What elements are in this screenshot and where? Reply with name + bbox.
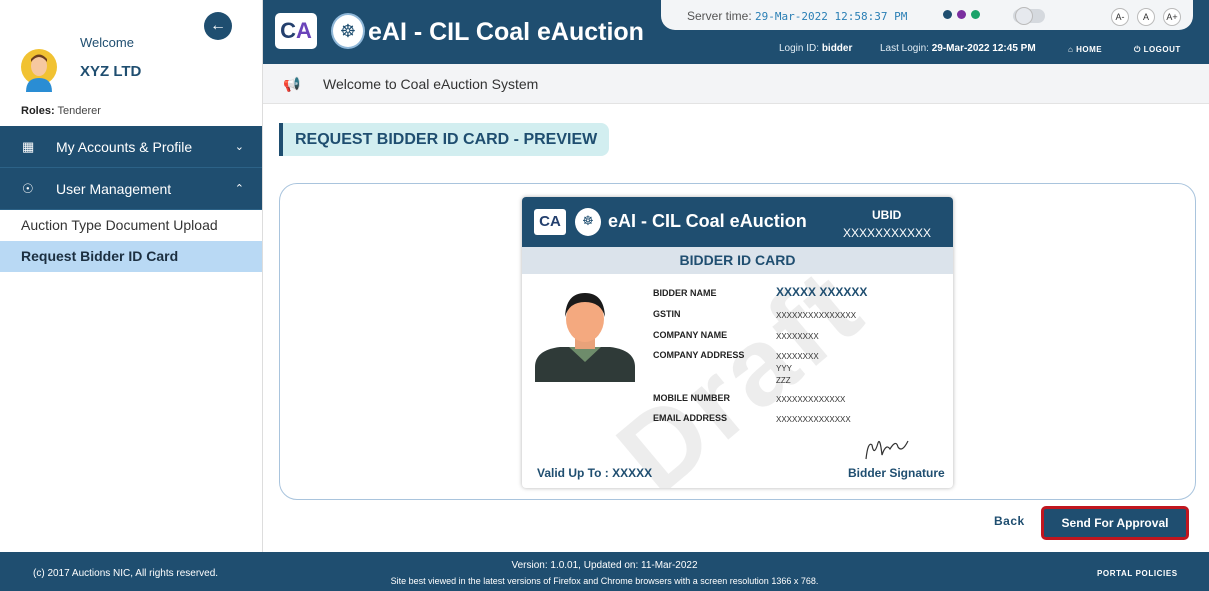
- power-icon: ⏻: [1134, 45, 1141, 54]
- send-for-approval-button[interactable]: Send For Approval: [1041, 506, 1189, 540]
- server-time-value: 29-Mar-2022 12:58:37 PM: [755, 10, 908, 23]
- theme-blue-dot[interactable]: [943, 10, 952, 19]
- version-text: Version: 1.0.01, Updated on: 11-Mar-2022: [511, 560, 698, 571]
- ca-logo: CA: [534, 209, 566, 235]
- email-label: EMAIL ADDRESS: [653, 413, 728, 423]
- signature-image: [865, 440, 909, 460]
- welcome-text: Welcome: [80, 35, 134, 50]
- last-login-label: Last Login:: [880, 43, 929, 54]
- home-icon: ⌂: [1068, 45, 1074, 54]
- cil-emblem-icon: ☸: [331, 13, 365, 49]
- sidebar-item-auction-type-document-upload[interactable]: Auction Type Document Upload: [0, 210, 262, 241]
- notice-bar: 📢 Welcome to Coal eAuction System: [263, 64, 1209, 104]
- avatar: [21, 49, 57, 92]
- menu-my-accounts[interactable]: ▦ My Accounts & Profile ⌄: [0, 126, 262, 168]
- company-name-label: COMPANY NAME: [653, 330, 728, 340]
- top-header: CA ☸ eAI - CIL Coal eAuction Server time…: [263, 0, 1209, 64]
- app-title: eAI - CIL Coal eAuction: [368, 18, 644, 46]
- id-card-header: CA ☸ eAI - CIL Coal eAuction UBID XXXXXX…: [522, 197, 953, 247]
- roles-text: Roles: Tenderer: [21, 105, 101, 117]
- company-name-value: XXXXXXXX: [776, 332, 819, 341]
- sidebar-item-request-bidder-id-card[interactable]: Request Bidder ID Card: [0, 241, 262, 272]
- user-panel: ← Welcome XYZ LTD Roles: Tenderer: [0, 0, 262, 126]
- company-address-line1: XXXXXXXX: [776, 352, 819, 361]
- bidder-name-label: BIDDER NAME: [653, 288, 717, 298]
- home-label: HOME: [1076, 45, 1103, 54]
- collapse-sidebar-button[interactable]: ←: [204, 12, 232, 40]
- server-panel: Server time: 29-Mar-2022 12:58:37 PM A- …: [661, 0, 1193, 30]
- last-login: Last Login: 29-Mar-2022 12:45 PM: [880, 43, 1036, 54]
- logout-link[interactable]: ⏻ LOGOUT: [1134, 45, 1181, 55]
- notice-text: Welcome to Coal eAuction System: [323, 76, 539, 92]
- draft-watermark: Draft: [594, 244, 886, 488]
- email-value: XXXXXXXXXXXXXX: [776, 415, 851, 424]
- cil-emblem-icon: ☸: [575, 208, 601, 236]
- roles-value: Tenderer: [57, 105, 101, 117]
- chevron-up-icon: ⌃: [234, 183, 244, 195]
- browser-note: Site best viewed in the latest versions …: [390, 576, 819, 586]
- font-increase-button[interactable]: A+: [1163, 8, 1181, 26]
- menu-label: My Accounts & Profile: [56, 138, 193, 155]
- theme-selector: [943, 10, 980, 19]
- id-card-subtitle: BIDDER ID CARD: [522, 247, 953, 274]
- page-title: REQUEST BIDDER ID CARD - PREVIEW: [279, 123, 610, 156]
- home-link[interactable]: ⌂ HOME: [1068, 45, 1102, 54]
- back-button[interactable]: Back: [994, 514, 1025, 528]
- valid-up-to: Valid Up To : XXXXX: [537, 466, 653, 480]
- mobile-label: MOBILE NUMBER: [653, 393, 730, 403]
- bidder-name-value: XXXXX XXXXXX: [776, 285, 868, 299]
- contrast-toggle[interactable]: [1013, 7, 1045, 25]
- ubid-label: UBID: [872, 208, 902, 222]
- font-normal-button[interactable]: A: [1137, 8, 1155, 26]
- roles-label: Roles:: [21, 105, 55, 117]
- person-photo-icon: [535, 293, 635, 382]
- gstin-label: GSTIN: [653, 309, 681, 319]
- chevron-down-icon: ⌄: [234, 141, 244, 153]
- company-address-line2: YYY: [776, 364, 793, 373]
- theme-purple-dot[interactable]: [957, 10, 966, 19]
- login-id-label: Login ID:: [779, 43, 820, 54]
- sidebar: ← Welcome XYZ LTD Roles: Tenderer ▦ My A…: [0, 0, 263, 552]
- menu-user-management[interactable]: ☉ User Management ⌃: [0, 168, 262, 210]
- server-time: Server time: 29-Mar-2022 12:58:37 PM: [687, 9, 907, 23]
- server-time-label: Server time:: [687, 9, 752, 23]
- signature-label: Bidder Signature: [848, 466, 945, 480]
- mobile-value: XXXXXXXXXXXXX: [776, 395, 846, 404]
- megaphone-icon: 📢: [283, 76, 301, 92]
- arrow-left-icon: ←: [210, 17, 226, 34]
- ca-logo: CA: [275, 13, 317, 49]
- portal-policies-link[interactable]: PORTAL POLICIES: [1097, 569, 1178, 578]
- login-id: Login ID: bidder: [779, 43, 852, 54]
- font-decrease-button[interactable]: A-: [1111, 8, 1129, 26]
- login-id-value: bidder: [821, 43, 853, 54]
- gstin-value: XXXXXXXXXXXXXXX: [776, 311, 857, 320]
- last-login-value: 29-Mar-2022 12:45 PM: [931, 43, 1036, 54]
- logout-label: LOGOUT: [1143, 45, 1181, 54]
- ubid-value: XXXXXXXXXXX: [843, 226, 932, 240]
- company-address-line3: ZZZ: [776, 376, 791, 385]
- company-address-label: COMPANY ADDRESS: [653, 350, 745, 360]
- theme-green-dot[interactable]: [971, 10, 980, 19]
- bidder-id-card: CA ☸ eAI - CIL Coal eAuction UBID XXXXXX…: [522, 197, 953, 488]
- users-gear-icon: ☉: [22, 180, 34, 196]
- company-name: XYZ LTD: [80, 63, 142, 80]
- footer: (c) 2017 Auctions NIC, All rights reserv…: [0, 552, 1209, 591]
- id-card-title: eAI - CIL Coal eAuction: [608, 211, 807, 231]
- id-card-icon: ▦: [22, 138, 35, 154]
- menu-label: User Management: [56, 180, 172, 197]
